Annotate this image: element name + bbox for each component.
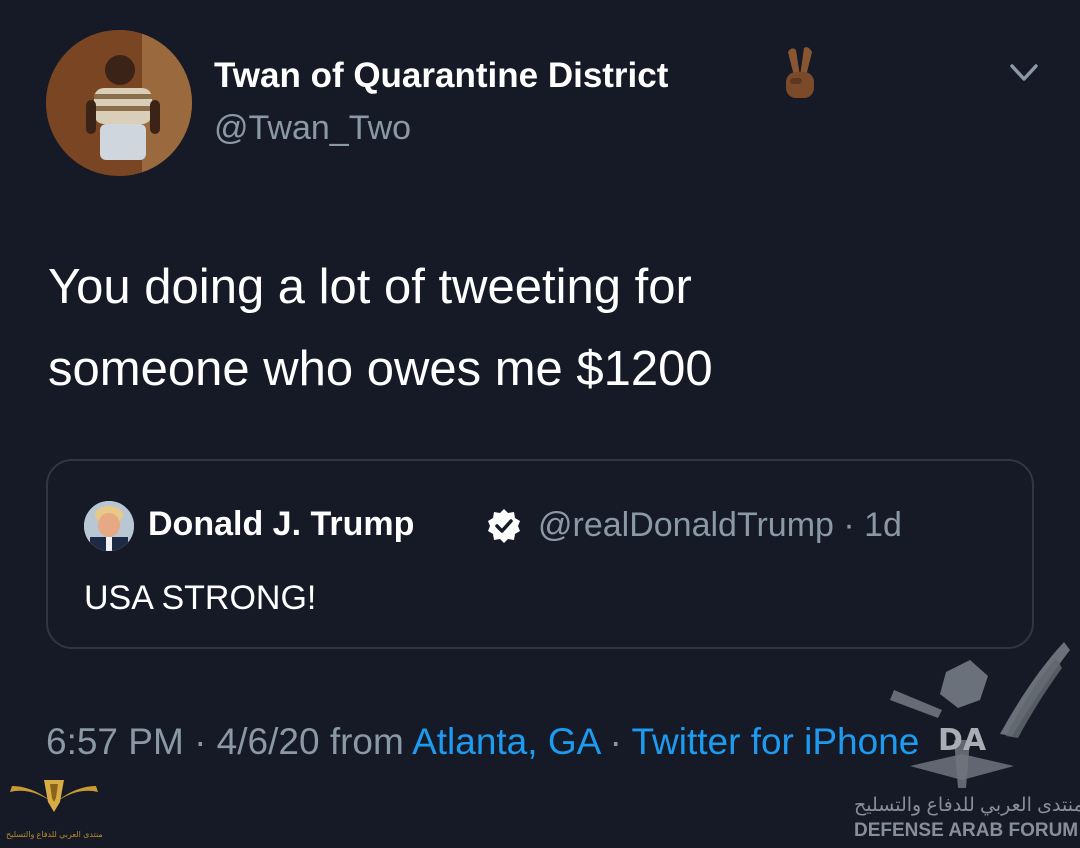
tweet-text: You doing a lot of tweeting for someone … [48,246,1008,410]
author-avatar[interactable] [46,30,192,176]
victory-hand-icon [778,46,822,102]
author-display-name[interactable]: Twan of Quarantine District [214,56,668,96]
verified-badge-icon [486,508,522,544]
quoted-tweet-card[interactable]: Donald J. Trump @realDonaldTrump · 1d US… [46,459,1034,649]
watermark-english: DEFENSE ARAB FORUM [854,820,1079,841]
tweet-timestamp[interactable]: 6:57 PM · 4/6/20 from [46,721,412,762]
small-logo-caption: المنتدى العربي للدفاع والتسليح [6,830,102,839]
small-forum-logo-watermark: المنتدى العربي للدفاع والتسليح [6,772,102,844]
quoted-tweet-text: USA STRONG! [84,579,317,617]
defense-arab-forum-watermark: DA المنتدى العربي للدفاع والتسليح DEFENS… [850,638,1080,844]
quoted-author-name[interactable]: Donald J. Trump [148,505,414,544]
watermark-letters: DA [938,723,987,758]
tweet-location-link[interactable]: Atlanta, GA [412,721,599,762]
watermark-arabic: المنتدى العربي للدفاع والتسليح [854,795,1080,816]
footer-separator: · [599,721,632,762]
author-handle[interactable]: @Twan_Two [214,109,411,148]
tweet-text-line: someone who owes me $1200 [48,342,713,396]
quoted-author-avatar[interactable] [84,501,134,551]
chevron-down-icon[interactable] [1006,58,1042,88]
tweet-text-line: You doing a lot of tweeting for [48,260,692,314]
quoted-author-meta: @realDonaldTrump · 1d [538,506,902,544]
